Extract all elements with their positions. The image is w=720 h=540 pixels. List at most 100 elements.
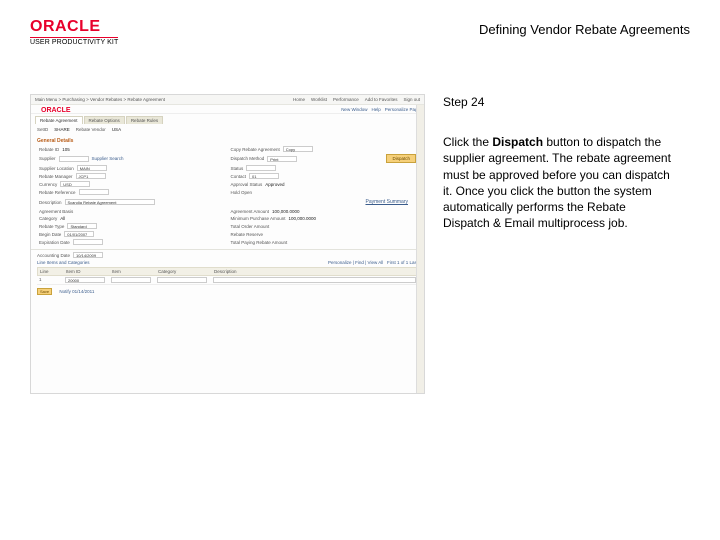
- instruction-panel: Step 24 Click the Dispatch button to dis…: [443, 94, 673, 394]
- val-desc[interactable]: Scandia Rebate Agreement: [65, 199, 155, 205]
- grid-title: Line Items and Categories Personalize | …: [37, 258, 418, 267]
- val-appstatus: Approved: [265, 182, 284, 187]
- grid-findview[interactable]: Personalize | Find | View All: [328, 260, 383, 265]
- ss-header-fields: SetID SHARE Rebate Vendor USA: [31, 124, 424, 135]
- grid-header: Line Item ID Item Category Description: [37, 267, 418, 276]
- instruction-bold: Dispatch: [492, 135, 543, 149]
- val-cat: All: [60, 216, 65, 221]
- input-ref[interactable]: [79, 189, 109, 195]
- lbl-desc: Description: [39, 200, 62, 205]
- input-supplier[interactable]: [59, 156, 89, 162]
- val-location[interactable]: MAIN: [77, 165, 107, 171]
- ss-tabs: Rebate Agreement Rebate Options Rebate R…: [31, 114, 424, 124]
- lbl-dispatch-method: Dispatch Method: [231, 156, 265, 161]
- lbl-exp: Expiration Date: [39, 240, 70, 245]
- lbl-status: Status: [231, 166, 244, 171]
- val-currency[interactable]: USD: [60, 181, 90, 187]
- val-rebmgr[interactable]: JCP1: [76, 173, 106, 179]
- lbl-rebateid: Rebate ID: [39, 147, 59, 152]
- lbl-ref: Rebate Reference: [39, 190, 76, 195]
- val-dispatch-method[interactable]: Print: [267, 156, 297, 162]
- step-label: Step 24: [443, 94, 673, 110]
- tab-rebate-agreement[interactable]: Rebate Agreement: [35, 116, 83, 124]
- lbl-location: Supplier Location: [39, 166, 74, 171]
- lbl-appstatus: Approval Status: [231, 182, 263, 187]
- scrollbar[interactable]: [416, 105, 424, 393]
- ss-form: Rebate ID105 Copy Rebate AgreementCopy S…: [31, 144, 424, 249]
- lbl-reserve: Rebate Reserve: [231, 232, 264, 237]
- instruction-post: button to dispatch the supplier agreemen…: [443, 135, 671, 230]
- link-newwindow[interactable]: New Window: [341, 107, 367, 112]
- grid-pager[interactable]: First 1 of 1 Last: [387, 260, 418, 265]
- lbl-contact: Contact: [231, 174, 247, 179]
- product-name: USER PRODUCTIVITY KIT: [30, 37, 118, 46]
- lbl-totrec: Total Paying Rebate Amount: [231, 240, 288, 245]
- cell-itemid[interactable]: 20000: [65, 277, 105, 283]
- lbl-totord: Total Order Amount: [231, 224, 270, 229]
- val-setid: SHARE: [54, 127, 70, 132]
- tab-rebate-options[interactable]: Rebate Options: [84, 116, 125, 124]
- val-copy[interactable]: Copy: [283, 146, 313, 152]
- content-row: Main Menu > Purchasing > Vendor Rebates …: [0, 54, 720, 394]
- lbl-currency: Currency: [39, 182, 57, 187]
- instruction-text: Click the Dispatch button to dispatch th…: [443, 134, 673, 231]
- lbl-agramt: Agreement Amount: [231, 209, 270, 214]
- lbl-copy: Copy Rebate Agreement: [231, 147, 280, 152]
- link-personalize[interactable]: Personalize Page: [385, 107, 420, 112]
- instruction-pre: Click the: [443, 135, 492, 149]
- cell-desc[interactable]: [213, 277, 416, 283]
- notify-date: Notify 01/14/2011: [59, 289, 94, 294]
- link-help[interactable]: Help: [371, 107, 380, 112]
- col-line: Line: [40, 269, 60, 274]
- col-itemid: Item ID: [66, 269, 106, 274]
- col-item: Item: [112, 269, 152, 274]
- lbl-basis: Agreement Basis: [39, 209, 73, 214]
- ss-lower: Accounting Date10/14/2009 Line Items and…: [31, 249, 424, 296]
- val-vendor: USA: [112, 127, 121, 132]
- lbl-minpur: Minimum Purchase Amount: [231, 216, 286, 221]
- nav-worklist[interactable]: Worklist: [311, 97, 327, 102]
- nav-home[interactable]: Home: [293, 97, 305, 102]
- lbl-begin: Begin Date: [39, 232, 61, 237]
- nav-addfav[interactable]: Add to Favorites: [365, 97, 398, 102]
- nav-performance[interactable]: Performance: [333, 97, 359, 102]
- link-supplier-search[interactable]: Supplier Search: [92, 156, 124, 161]
- section-general-details: General Details: [31, 135, 424, 144]
- val-contact[interactable]: 01: [249, 173, 279, 179]
- cell-category[interactable]: [157, 277, 207, 283]
- oracle-logo: ORACLE: [30, 18, 118, 36]
- input-status[interactable]: [246, 165, 276, 171]
- embedded-screenshot: Main Menu > Purchasing > Vendor Rebates …: [30, 94, 425, 394]
- val-agramt: 100,000.0000: [272, 209, 300, 214]
- lbl-supplier: Supplier: [39, 156, 56, 161]
- lbl-vendor: Rebate Vendor: [76, 127, 106, 132]
- nav-signout[interactable]: Sign out: [403, 97, 420, 102]
- val-rtype[interactable]: Standard: [67, 223, 97, 229]
- lbl-setid: SetID: [37, 127, 48, 132]
- dispatch-button[interactable]: Dispatch: [386, 154, 416, 163]
- tab-rebate-rules[interactable]: Rebate Rules: [126, 116, 163, 124]
- col-desc: Description: [214, 269, 237, 274]
- input-exp[interactable]: [73, 239, 103, 245]
- ss-topbar: Main Menu > Purchasing > Vendor Rebates …: [31, 95, 424, 105]
- page-title: Defining Vendor Rebate Agreements: [479, 22, 690, 37]
- grid-row[interactable]: 1 20000: [37, 276, 418, 285]
- lbl-acct: Accounting Date: [37, 253, 70, 258]
- val-minpur: 100,000.0000: [289, 216, 317, 221]
- val-acct[interactable]: 10/14/2009: [73, 252, 103, 258]
- lbl-cat: Category: [39, 216, 57, 221]
- lbl-holdopen: Hold Open: [231, 190, 253, 195]
- save-button[interactable]: Save: [37, 288, 52, 295]
- cell-item[interactable]: [111, 277, 151, 283]
- lbl-rebmgr: Rebate Manager: [39, 174, 73, 179]
- lbl-rtype: Rebate Type: [39, 224, 64, 229]
- ss-breadcrumb: Main Menu > Purchasing > Vendor Rebates …: [35, 97, 165, 102]
- cell-line: 1: [39, 277, 59, 283]
- val-begin[interactable]: 01/01/2007: [64, 231, 94, 237]
- val-rebateid: 105: [62, 147, 70, 152]
- ss-oracle-logo: ORACLE: [35, 104, 77, 115]
- brand-block: ORACLE USER PRODUCTIVITY KIT: [30, 18, 118, 46]
- ss-oracle-row: ORACLE New Window Help Personalize Page: [31, 105, 424, 114]
- link-payment-summary[interactable]: Payment Summary: [357, 197, 416, 207]
- col-category: Category: [158, 269, 208, 274]
